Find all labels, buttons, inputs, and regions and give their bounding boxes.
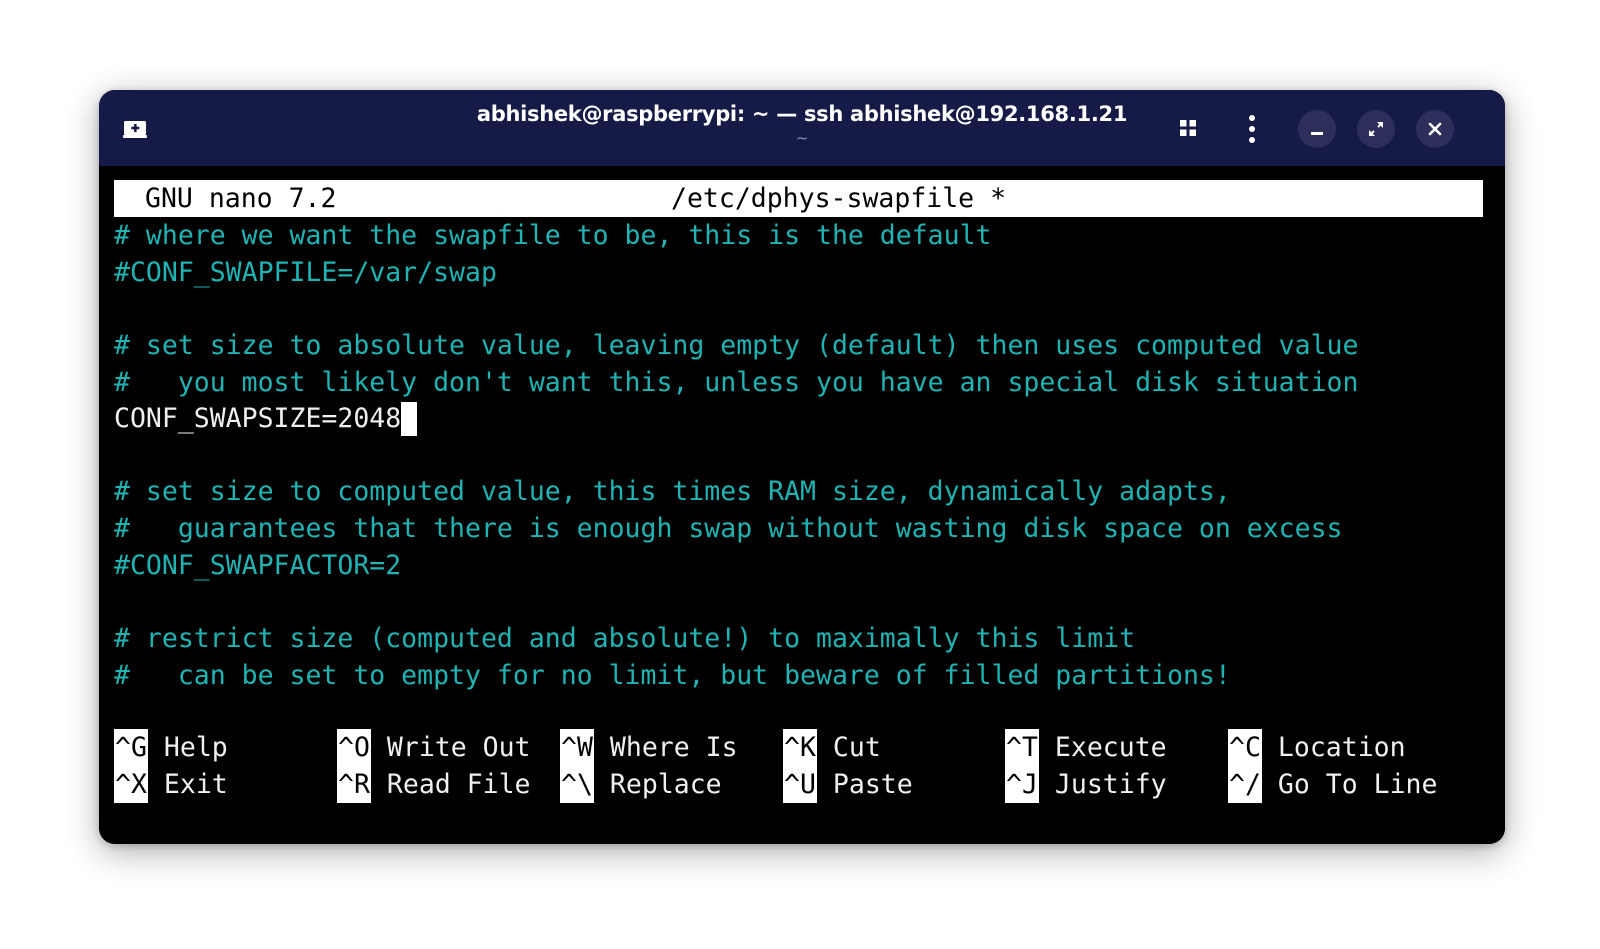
shortcut-label: Write Out — [386, 732, 531, 763]
shortcut-key: ^U — [783, 766, 817, 803]
shortcut-key: ^\ — [560, 766, 594, 803]
shortcut-location[interactable]: ^C Location — [1228, 729, 1406, 766]
shortcut-label: Location — [1277, 732, 1406, 763]
shortcut-cut[interactable]: ^K Cut — [783, 729, 881, 766]
file-line-12[interactable]: # restrict size (computed and absolute!)… — [114, 620, 1135, 657]
shortcut-justify[interactable]: ^J Justify — [1005, 766, 1167, 803]
shortcut-label: Go To Line — [1277, 769, 1438, 800]
shortcut-label: Cut — [832, 732, 881, 763]
terminal-area[interactable]: GNU nano 7.2 /etc/dphys-swapfile * # whe… — [99, 166, 1505, 844]
file-line-1[interactable]: # where we want the swapfile to be, this… — [114, 217, 992, 254]
minimize-icon — [1311, 132, 1323, 135]
shortcut-write-out[interactable]: ^O Write Out — [337, 729, 531, 766]
shortcut-help[interactable]: ^G Help — [114, 729, 228, 766]
shortcut-key: ^/ — [1228, 766, 1262, 803]
shortcut-key: ^O — [337, 729, 371, 766]
shortcut-label: Read File — [386, 769, 531, 800]
window-subtitle: ~ — [795, 129, 809, 147]
close-icon — [1428, 122, 1442, 136]
text-cursor — [401, 402, 418, 436]
file-line-4[interactable]: # set size to absolute value, leaving em… — [114, 327, 1358, 364]
file-line-10[interactable]: #CONF_SWAPFACTOR=2 — [114, 547, 401, 584]
shortcut-key: ^G — [114, 729, 148, 766]
shortcut-label: Help — [163, 732, 228, 763]
shortcut-label: Paste — [832, 769, 913, 800]
close-button[interactable] — [1416, 110, 1454, 148]
minimize-button[interactable] — [1298, 110, 1336, 148]
file-line-8[interactable]: # set size to computed value, this times… — [114, 473, 1231, 510]
title-bar[interactable]: abhishek@raspberrypi: ~ — ssh abhishek@1… — [99, 90, 1505, 166]
shortcut-label: Exit — [163, 769, 228, 800]
shortcut-label: Justify — [1054, 769, 1167, 800]
shortcut-replace[interactable]: ^\ Replace — [560, 766, 722, 803]
shortcut-go-to-line[interactable]: ^/ Go To Line — [1228, 766, 1437, 803]
maximize-button[interactable] — [1357, 110, 1395, 148]
file-line-13[interactable]: # can be set to empty for no limit, but … — [114, 657, 1231, 694]
shortcut-label: Where Is — [609, 732, 738, 763]
shortcut-label: Replace — [609, 769, 722, 800]
file-line-5[interactable]: # you most likely don't want this, unles… — [114, 364, 1358, 401]
shortcut-exit[interactable]: ^X Exit — [114, 766, 228, 803]
shortcut-execute[interactable]: ^T Execute — [1005, 729, 1167, 766]
shortcut-key: ^X — [114, 766, 148, 803]
shortcut-read-file[interactable]: ^R Read File — [337, 766, 531, 803]
file-line-2[interactable]: #CONF_SWAPFILE=/var/swap — [114, 254, 497, 291]
nano-header: GNU nano 7.2 /etc/dphys-swapfile * — [114, 180, 1483, 217]
window-title: abhishek@raspberrypi: ~ — ssh abhishek@1… — [476, 102, 1128, 126]
file-line-6[interactable]: CONF_SWAPSIZE=2048 — [114, 400, 418, 437]
shortcut-key: ^W — [560, 729, 594, 766]
shortcut-key: ^C — [1228, 729, 1262, 766]
grid-icon[interactable] — [1172, 112, 1204, 144]
shortcut-key: ^J — [1005, 766, 1039, 803]
shortcut-where-is[interactable]: ^W Where Is — [560, 729, 738, 766]
shortcut-key: ^T — [1005, 729, 1039, 766]
terminal-window: abhishek@raspberrypi: ~ — ssh abhishek@1… — [99, 90, 1505, 844]
shortcut-paste[interactable]: ^U Paste — [783, 766, 913, 803]
shortcut-key: ^K — [783, 729, 817, 766]
shortcut-key: ^R — [337, 766, 371, 803]
file-line-9[interactable]: # guarantees that there is enough swap w… — [114, 510, 1343, 547]
maximize-icon — [1369, 122, 1383, 136]
file-line-6-text: CONF_SWAPSIZE=2048 — [114, 403, 402, 434]
nano-version: GNU nano 7.2 — [145, 183, 337, 214]
shortcut-label: Execute — [1054, 732, 1167, 763]
kebab-menu-icon[interactable] — [1236, 110, 1268, 148]
nano-filename: /etc/dphys-swapfile * — [671, 183, 1007, 214]
